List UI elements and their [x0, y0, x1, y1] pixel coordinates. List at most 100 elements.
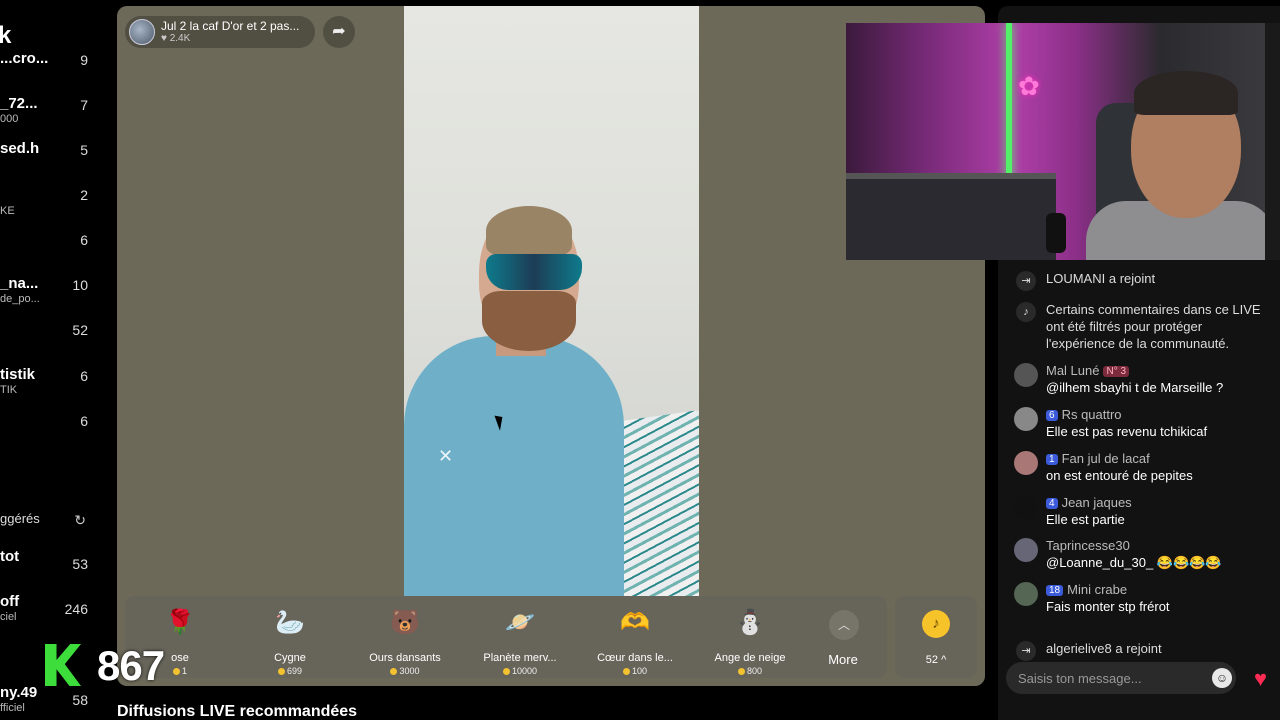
- live-title: Jul 2 la caf D'or et 2 pas...: [161, 19, 300, 33]
- sidebar-item[interactable]: 6: [0, 230, 112, 270]
- gift-ange-de-neige[interactable]: ⛄ Ange de neige 800: [695, 606, 805, 676]
- sidebar-item-name: sed.h: [0, 140, 40, 157]
- gift-price: 3000: [350, 666, 460, 676]
- suggested-item-name: ny.49: [0, 684, 38, 701]
- chat-username[interactable]: 4 Jean jaques: [1046, 495, 1132, 510]
- chat-username[interactable]: algerielive8: [1046, 641, 1112, 656]
- suggested-section-header: ggérés ↻: [0, 511, 112, 529]
- sidebar-item[interactable]: 52: [0, 320, 112, 360]
- gift-price-value: 800: [746, 666, 763, 676]
- gift-planete[interactable]: 🪐 Planète merv... 10000: [465, 606, 575, 676]
- join-message: a rejoint: [1115, 641, 1162, 656]
- gift-price: 100: [580, 666, 690, 676]
- gift-price-value: 100: [631, 666, 648, 676]
- chat-text: on est entouré de pepites: [1046, 468, 1193, 483]
- join-text: algerielive8 a rejoint: [1046, 640, 1274, 657]
- gift-ours-dansants[interactable]: 🐻 Ours dansants 3000: [350, 606, 460, 676]
- heart-hands-icon: 🫶: [620, 609, 650, 636]
- gift-bar: 🌹 ose 1 🦢 Cygne 699 🐻 Ours dansants 3000…: [125, 596, 887, 678]
- sidebar-item-sub: TIK: [0, 384, 18, 396]
- rose-icon: 🌹: [165, 609, 195, 636]
- chevron-up-icon: ︿: [837, 618, 850, 632]
- chat-avatar[interactable]: [1014, 407, 1038, 431]
- gift-cygne[interactable]: 🦢 Cygne 699: [235, 606, 345, 676]
- streamer-webcam: ✿: [846, 23, 1265, 260]
- like-heart-icon[interactable]: ♥: [1254, 666, 1267, 692]
- level-badge: 4: [1046, 498, 1058, 509]
- sidebar-item[interactable]: ...cro... 9: [0, 50, 112, 90]
- sidebar-item-count: 9: [80, 52, 88, 68]
- shirt-logo: ✕: [438, 446, 454, 466]
- sidebar-item-name: _72...: [0, 95, 38, 112]
- sidebar-item[interactable]: sed.h 5: [0, 140, 112, 180]
- sidebar-item-sub: 000: [0, 113, 19, 125]
- suggested-item-count: 58: [72, 692, 88, 708]
- chat-username-text: Rs quattro: [1061, 407, 1122, 422]
- sidebar-brand: k: [0, 22, 12, 49]
- chat-username-text: Jean jaques: [1061, 495, 1132, 510]
- sidebar-item-count: 10: [72, 277, 88, 293]
- sidebar-item[interactable]: _na... de_po... 10: [0, 275, 112, 315]
- suggested-item-name: off: [0, 593, 20, 610]
- sidebar-item[interactable]: KE 2: [0, 185, 112, 225]
- tiktok-icon: ♪: [1016, 302, 1036, 322]
- join-text: LOUMANI a rejoint: [1046, 270, 1274, 287]
- gift-name: Planète merv...: [483, 652, 557, 664]
- more-gifts-label[interactable]: More: [813, 652, 873, 667]
- chat-username[interactable]: LOUMANI: [1046, 271, 1105, 286]
- level-badge: 6: [1046, 410, 1058, 421]
- sidebar-item[interactable]: tistik TIK 6: [0, 366, 112, 406]
- chat-avatar[interactable]: [1014, 538, 1038, 562]
- live-video[interactable]: ✕: [404, 6, 699, 596]
- emoji-icon[interactable]: ☺: [1212, 668, 1232, 688]
- coin-count-value: 52: [925, 654, 938, 666]
- webcam-person-hair: [1134, 71, 1238, 115]
- suggested-item-count: 246: [64, 601, 88, 617]
- chat-username[interactable]: 1 Fan jul de lacaf: [1046, 451, 1150, 466]
- join-message: a rejoint: [1108, 271, 1156, 286]
- refresh-icon[interactable]: ↻: [74, 512, 86, 529]
- chat-text: @Loanne_du_30_ 😂😂😂😂: [1046, 555, 1222, 570]
- chat-avatar[interactable]: [1014, 582, 1038, 606]
- suggested-item-name: tot: [0, 548, 20, 565]
- gift-coeur[interactable]: 🫶 Cœur dans le... 100: [580, 606, 690, 676]
- host-info[interactable]: Jul 2 la caf D'or et 2 pas... ♥ 2.4K: [125, 16, 315, 48]
- like-count: ♥ 2.4K: [161, 33, 190, 44]
- sidebar-item[interactable]: _72... 000 7: [0, 95, 112, 135]
- heart-icon: ♥: [161, 33, 167, 44]
- chat-username[interactable]: 18 Mini crabe: [1046, 582, 1127, 597]
- gift-name: Cygne: [274, 652, 306, 664]
- sidebar-item[interactable]: 6: [0, 411, 112, 451]
- sidebar-item-name: tistik: [0, 366, 36, 383]
- suggested-item-count: 53: [72, 556, 88, 572]
- chat-text: Elle est partie: [1046, 512, 1125, 527]
- chat-avatar[interactable]: [1014, 363, 1038, 387]
- sidebar-item-sub: de_po...: [0, 293, 40, 305]
- stream-overlay-logo: 867: [40, 638, 180, 690]
- sidebar-item-sub: KE: [0, 205, 15, 217]
- suggested-item[interactable]: tot 53: [0, 548, 112, 588]
- notice-text: Certains commentaires dans ce LIVE ont é…: [1046, 302, 1261, 351]
- gift-price: 699: [235, 666, 345, 676]
- more-gifts-button[interactable]: ︿: [829, 610, 859, 640]
- suggested-item[interactable]: off ciel 246: [0, 593, 112, 633]
- join-icon: ⇥: [1016, 641, 1036, 661]
- share-button[interactable]: ➦: [323, 16, 355, 48]
- coin-icon: [277, 668, 285, 676]
- chat-username[interactable]: Mal Luné N° 3: [1046, 363, 1133, 378]
- gift-price-value: 10000: [511, 666, 538, 676]
- chat-text: Elle est pas revenu tchikicaf: [1046, 424, 1208, 439]
- chat-message-input[interactable]: [1006, 662, 1236, 694]
- level-badge: 1: [1046, 454, 1058, 465]
- chat-username[interactable]: 6 Rs quattro: [1046, 407, 1122, 422]
- coin-balance[interactable]: ♪ 52 ^: [895, 596, 977, 678]
- host-avatar[interactable]: [129, 19, 155, 45]
- like-count-value: 2.4K: [169, 33, 191, 44]
- chat-avatar[interactable]: [1014, 495, 1038, 519]
- chat-avatar[interactable]: [1014, 451, 1038, 475]
- gift-price: 800: [695, 666, 805, 676]
- chevron-up-icon: ^: [941, 654, 947, 666]
- chat-username-text: Mal Luné: [1046, 363, 1100, 378]
- chat-username[interactable]: Taprincesse30: [1046, 538, 1130, 553]
- overlay-number: 867: [97, 642, 165, 689]
